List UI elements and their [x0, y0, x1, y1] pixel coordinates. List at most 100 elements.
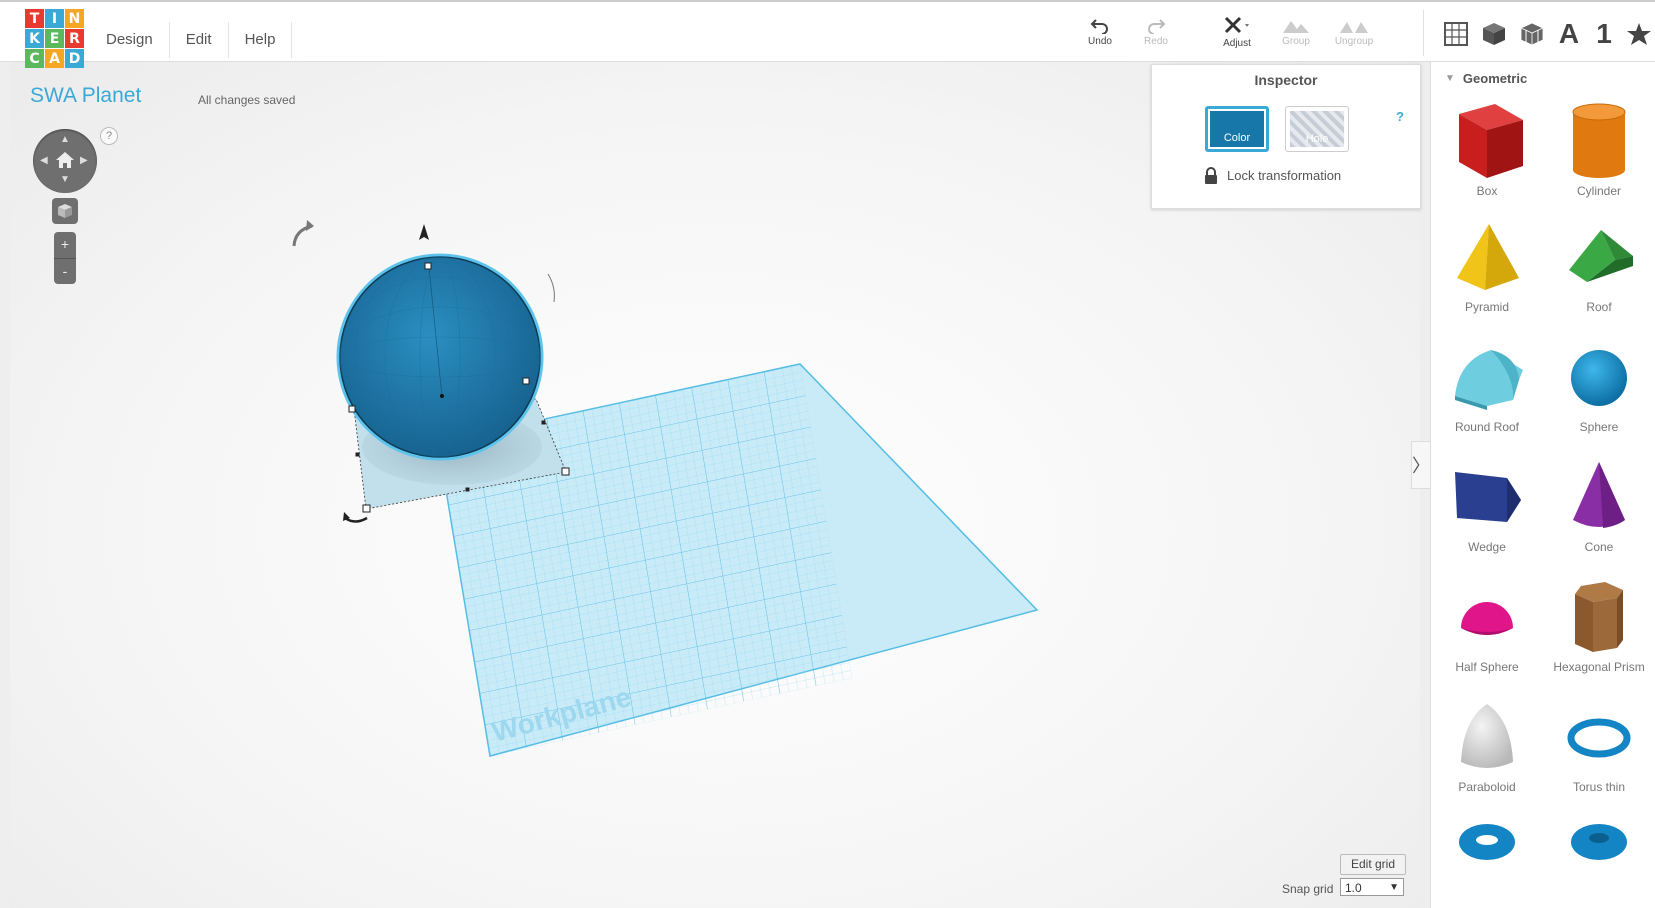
- rotate-handle-top-icon[interactable]: [292, 224, 313, 247]
- sphere-icon: [1571, 350, 1627, 406]
- undo-icon: [1090, 19, 1108, 34]
- pyramid-icon: [1457, 224, 1519, 290]
- torus-thin-icon: [1567, 718, 1631, 758]
- grid-icon: [1444, 22, 1468, 46]
- selected-sphere[interactable]: [336, 253, 544, 461]
- lock-icon: [1205, 167, 1217, 184]
- favorites-button[interactable]: [1626, 16, 1652, 52]
- shape-hexagonal-prism[interactable]: Hexagonal Prism: [1543, 580, 1655, 695]
- lock-transformation-label: Lock transformation: [1227, 168, 1342, 183]
- redo-button[interactable]: Redo: [1126, 16, 1186, 47]
- home-icon[interactable]: [55, 151, 75, 169]
- edit-grid-button[interactable]: Edit grid: [1340, 854, 1406, 875]
- inspector-title: Inspector: [1254, 72, 1318, 88]
- inspector-help-button[interactable]: ?: [1396, 109, 1404, 124]
- shape-cone[interactable]: Cone: [1543, 460, 1655, 575]
- shape-label: Roof: [1586, 300, 1612, 314]
- snap-grid-select[interactable]: 1.0 ▼: [1340, 878, 1404, 896]
- grid-view-button[interactable]: [1442, 16, 1470, 52]
- redo-label: Redo: [1144, 36, 1168, 47]
- menu-edit[interactable]: Edit: [170, 22, 229, 58]
- number-shapes-button[interactable]: 1: [1594, 16, 1614, 52]
- navigation-help-button[interactable]: ?: [100, 127, 118, 145]
- star-icon: [1627, 23, 1651, 45]
- shape-tube[interactable]: [1543, 820, 1655, 908]
- view-cube-button[interactable]: [52, 198, 78, 224]
- shape-wedge[interactable]: Wedge: [1431, 460, 1543, 575]
- wireframe-cube-icon: [1520, 22, 1544, 46]
- logo-letter: I: [45, 9, 64, 28]
- shape-label: Wedge: [1468, 540, 1506, 554]
- redo-icon: [1148, 19, 1166, 34]
- group-label: Group: [1282, 36, 1310, 47]
- roof-icon: [1569, 230, 1633, 282]
- tinkercad-logo[interactable]: T I N K E R C A D: [25, 9, 85, 68]
- undo-button[interactable]: Undo: [1070, 16, 1130, 47]
- solid-view-button[interactable]: [1480, 16, 1508, 52]
- shape-pyramid[interactable]: Pyramid: [1431, 220, 1543, 335]
- inspector-panel: Inspector ? Color Hole Lock transformati…: [1151, 64, 1421, 209]
- shape-box[interactable]: Box: [1431, 100, 1543, 215]
- zoom-in-button[interactable]: +: [54, 232, 76, 259]
- orbit-up-icon[interactable]: ▲: [60, 135, 70, 145]
- zoom-out-button[interactable]: -: [54, 259, 76, 285]
- main-menu: Design Edit Help: [90, 22, 293, 58]
- sidebar-collapse-button[interactable]: 〉: [1411, 441, 1430, 489]
- lift-height-handle-icon[interactable]: [419, 224, 429, 240]
- shapes-sidebar: ▼ Geometric Box Cylinder Pyramid Roof Ro…: [1430, 62, 1655, 908]
- ungroup-icon: [1340, 22, 1368, 33]
- wireframe-view-button[interactable]: [1518, 16, 1546, 52]
- top-toolbar: Design Edit Help Undo Redo Adjust Group …: [0, 0, 1655, 62]
- ungroup-button[interactable]: Ungroup: [1324, 16, 1384, 47]
- shape-sphere[interactable]: Sphere: [1543, 340, 1655, 455]
- tinkercad-app: Design Edit Help Undo Redo Adjust Group …: [0, 0, 1655, 908]
- menu-design[interactable]: Design: [90, 22, 170, 58]
- shape-category-header[interactable]: ▼ Geometric: [1445, 71, 1527, 86]
- shape-label: Box: [1476, 184, 1498, 198]
- shape-label: Sphere: [1579, 420, 1619, 434]
- logo-letter: T: [25, 9, 44, 28]
- project-title[interactable]: SWA Planet: [30, 84, 141, 108]
- hole-swatch-button[interactable]: Hole: [1285, 106, 1349, 152]
- rotate-handle-side-icon[interactable]: [547, 273, 555, 303]
- half-sphere-icon: [1461, 602, 1513, 635]
- shape-round-roof[interactable]: Round Roof: [1431, 340, 1543, 455]
- chevron-down-icon: ▼: [1389, 882, 1399, 893]
- logo-letter: K: [25, 29, 44, 48]
- logo-letter: E: [45, 29, 64, 48]
- shape-half-sphere[interactable]: Half Sphere: [1431, 580, 1543, 695]
- cube-icon: [1483, 23, 1505, 45]
- adjust-button[interactable]: Adjust: [1207, 16, 1267, 49]
- shape-torus[interactable]: [1431, 820, 1543, 908]
- orbit-right-icon[interactable]: ▶: [80, 156, 88, 166]
- adjust-icon: [1224, 16, 1249, 34]
- chevron-down-icon: ▼: [1445, 73, 1455, 84]
- shape-paraboloid[interactable]: Paraboloid: [1431, 700, 1543, 815]
- toolbar-divider: [1423, 10, 1424, 56]
- shape-label: Torus thin: [1572, 780, 1626, 794]
- shape-label: Paraboloid: [1458, 780, 1516, 794]
- view-navigation-control[interactable]: ▲ ▼ ◀ ▶: [33, 129, 97, 193]
- cube-icon: [58, 204, 72, 218]
- shape-label: Pyramid: [1464, 300, 1509, 314]
- logo-letter: A: [45, 49, 64, 68]
- shape-torus-thin[interactable]: Torus thin: [1543, 700, 1655, 815]
- save-status: All changes saved: [198, 93, 296, 107]
- color-swatch-button[interactable]: Color: [1205, 106, 1269, 152]
- round-roof-icon: [1455, 350, 1523, 410]
- shape-label: Hexagonal Prism: [1553, 660, 1645, 674]
- menu-help[interactable]: Help: [229, 22, 293, 58]
- text-shapes-button[interactable]: A: [1556, 16, 1582, 52]
- adjust-label: Adjust: [1223, 38, 1251, 49]
- shape-roof[interactable]: Roof: [1543, 220, 1655, 335]
- undo-label: Undo: [1088, 36, 1112, 47]
- orbit-left-icon[interactable]: ◀: [40, 156, 48, 166]
- shape-label: Cylinder: [1576, 184, 1621, 198]
- group-button[interactable]: Group: [1266, 16, 1326, 47]
- lock-transformation-toggle[interactable]: Lock transformation: [1204, 167, 1341, 184]
- orbit-down-icon[interactable]: ▼: [60, 175, 70, 185]
- snap-grid-label: Snap grid: [1282, 882, 1334, 896]
- shape-cylinder[interactable]: Cylinder: [1543, 100, 1655, 215]
- wedge-icon: [1455, 472, 1521, 522]
- shape-category-title: Geometric: [1462, 71, 1528, 86]
